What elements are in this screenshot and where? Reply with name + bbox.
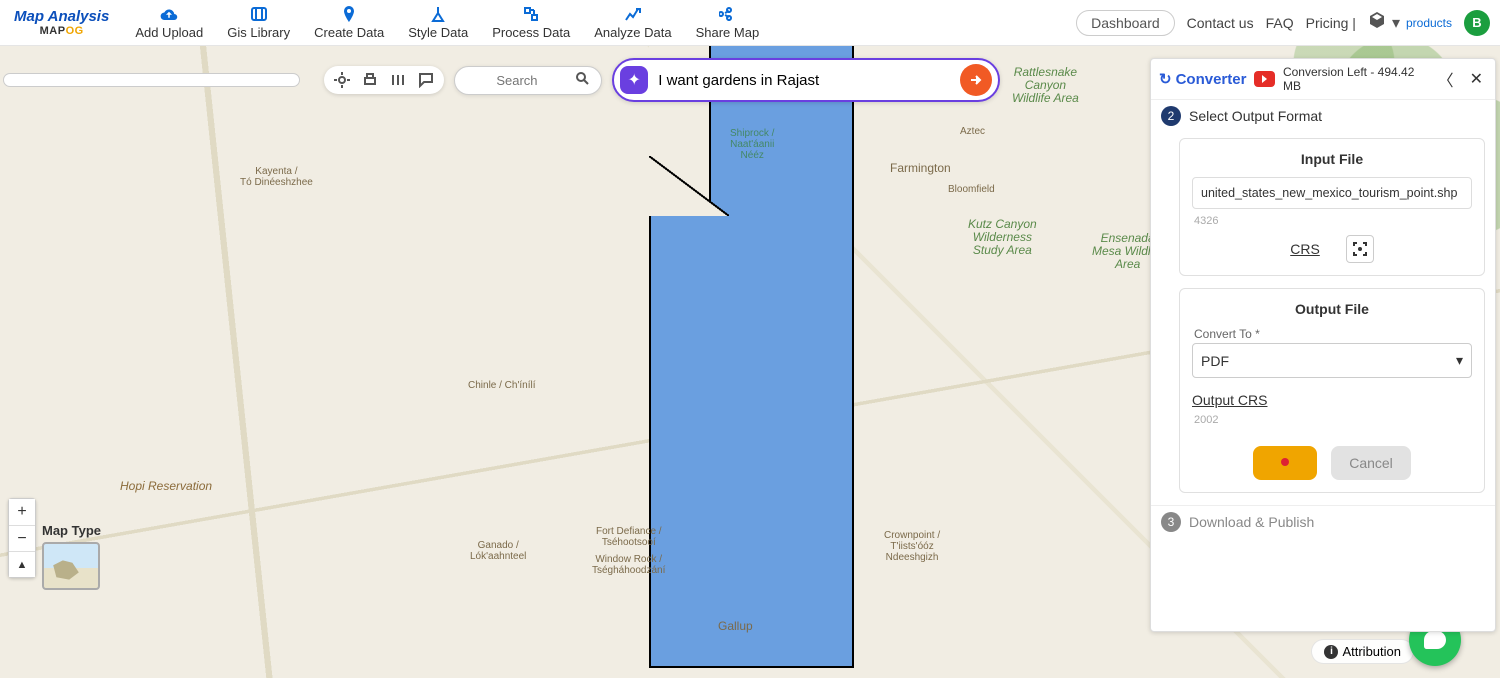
opacity-slider[interactable]: [3, 73, 300, 87]
input-file-card: Input File united_states_new_mexico_tour…: [1179, 138, 1485, 276]
share-icon: [719, 5, 735, 23]
print-icon[interactable]: [362, 72, 378, 88]
locate-icon[interactable]: [334, 72, 350, 88]
step-number-2: 2: [1161, 106, 1181, 126]
converter-panel: ↻ Converter Conversion Left - 494.42 MB …: [1150, 58, 1496, 632]
step-number-3: 3: [1161, 512, 1181, 532]
output-file-card: Output File Convert To * PDF ▾ Output CR…: [1179, 288, 1485, 493]
search-icon[interactable]: [575, 71, 589, 90]
products-dropdown[interactable]: ▾ products: [1368, 11, 1452, 34]
output-srid: 2002: [1194, 414, 1472, 426]
youtube-icon[interactable]: [1254, 71, 1275, 87]
zoom-controls: + − ▲: [8, 498, 36, 578]
map-search[interactable]: [454, 66, 603, 95]
menu-style-data[interactable]: Style Data: [396, 5, 480, 40]
menu-label: Gis Library: [227, 25, 290, 40]
refresh-icon: ↻: [1159, 70, 1172, 88]
input-file-title: Input File: [1192, 151, 1472, 167]
dashboard-button[interactable]: Dashboard: [1076, 10, 1175, 36]
logo[interactable]: Map Analysis MAPOG: [0, 8, 123, 37]
conversion-left-text: Conversion Left - 494.42 MB: [1283, 65, 1426, 93]
menu-gis-library[interactable]: Gis Library: [215, 5, 302, 40]
crs-link[interactable]: CRS: [1290, 241, 1320, 257]
top-toolbar: ✦: [3, 58, 1000, 102]
products-label: products: [1406, 16, 1452, 30]
analyze-icon: [624, 5, 642, 23]
logo-subtitle: MAPOG: [40, 25, 84, 37]
close-icon[interactable]: ✕: [1466, 69, 1487, 89]
collapse-icon[interactable]: 〈: [1434, 67, 1458, 91]
user-avatar[interactable]: B: [1464, 10, 1490, 36]
menu-label: Create Data: [314, 25, 384, 40]
panel-header: ↻ Converter Conversion Left - 494.42 MB …: [1151, 59, 1495, 100]
convert-to-label: Convert To *: [1194, 327, 1472, 341]
map-type-thumb[interactable]: [42, 542, 100, 590]
convert-to-select[interactable]: PDF ▾: [1192, 343, 1472, 378]
menu-label: Style Data: [408, 25, 468, 40]
process-icon: [523, 5, 539, 23]
menu-share-map[interactable]: Share Map: [684, 5, 772, 40]
map-tool-cluster: [324, 66, 444, 94]
zoom-in-button[interactable]: +: [9, 499, 35, 525]
header-right: Dashboard Contact us FAQ Pricing | ▾ pro…: [1076, 10, 1500, 36]
contact-link[interactable]: Contact us: [1187, 15, 1254, 31]
panel-title: ↻ Converter: [1159, 70, 1246, 88]
step-3-label: Download & Publish: [1189, 514, 1314, 530]
app-header: Map Analysis MAPOG Add Upload Gis Librar…: [0, 0, 1500, 46]
chevron-down-icon: ▾: [1392, 13, 1400, 33]
main-menu: Add Upload Gis Library Create Data Style…: [123, 5, 771, 40]
style-icon: [430, 5, 446, 23]
convert-to-value: PDF: [1201, 353, 1229, 369]
extent-icon[interactable]: [1346, 235, 1374, 263]
chat-icon: [1424, 631, 1446, 649]
cloud-upload-icon: [160, 5, 178, 23]
menu-create-data[interactable]: Create Data: [302, 5, 396, 40]
menu-process-data[interactable]: Process Data: [480, 5, 582, 40]
logo-title: Map Analysis: [14, 8, 109, 25]
polygon-notch-diag: [649, 156, 729, 216]
menu-label: Add Upload: [135, 25, 203, 40]
chevron-down-icon: ▾: [1456, 352, 1463, 369]
cancel-button[interactable]: Cancel: [1331, 446, 1411, 480]
ai-input[interactable]: [658, 72, 950, 89]
output-file-title: Output File: [1192, 301, 1472, 317]
convert-button[interactable]: [1253, 446, 1317, 480]
distribute-icon[interactable]: [390, 72, 406, 88]
map-type-label: Map Type: [42, 523, 101, 538]
menu-analyze-data[interactable]: Analyze Data: [582, 5, 683, 40]
pin-icon: [342, 5, 356, 23]
output-crs-link[interactable]: Output CRS: [1192, 392, 1472, 408]
step-2-header[interactable]: 2 Select Output Format: [1151, 100, 1495, 132]
cube-icon: [1368, 11, 1386, 34]
menu-label: Share Map: [696, 25, 760, 40]
info-icon: i: [1324, 645, 1338, 659]
north-button[interactable]: ▲: [9, 551, 35, 577]
menu-label: Process Data: [492, 25, 570, 40]
zoom-out-button[interactable]: −: [9, 525, 35, 551]
input-srid: 4326: [1194, 215, 1472, 227]
ai-search-bar[interactable]: ✦: [612, 58, 1000, 102]
sparkle-icon: ✦: [620, 66, 648, 94]
comment-icon[interactable]: [418, 72, 434, 88]
faq-link[interactable]: FAQ: [1266, 15, 1294, 31]
step-3-header[interactable]: 3 Download & Publish: [1151, 505, 1495, 538]
map-type-switcher[interactable]: Map Type: [42, 523, 101, 590]
search-input[interactable]: [467, 73, 568, 88]
step-2-label: Select Output Format: [1189, 108, 1322, 124]
ai-submit-button[interactable]: [960, 64, 992, 96]
input-file-name: united_states_new_mexico_tourism_point.s…: [1192, 177, 1472, 209]
pricing-link[interactable]: Pricing |: [1306, 15, 1356, 31]
menu-add-upload[interactable]: Add Upload: [123, 5, 215, 40]
library-icon: [251, 5, 267, 23]
menu-label: Analyze Data: [594, 25, 671, 40]
